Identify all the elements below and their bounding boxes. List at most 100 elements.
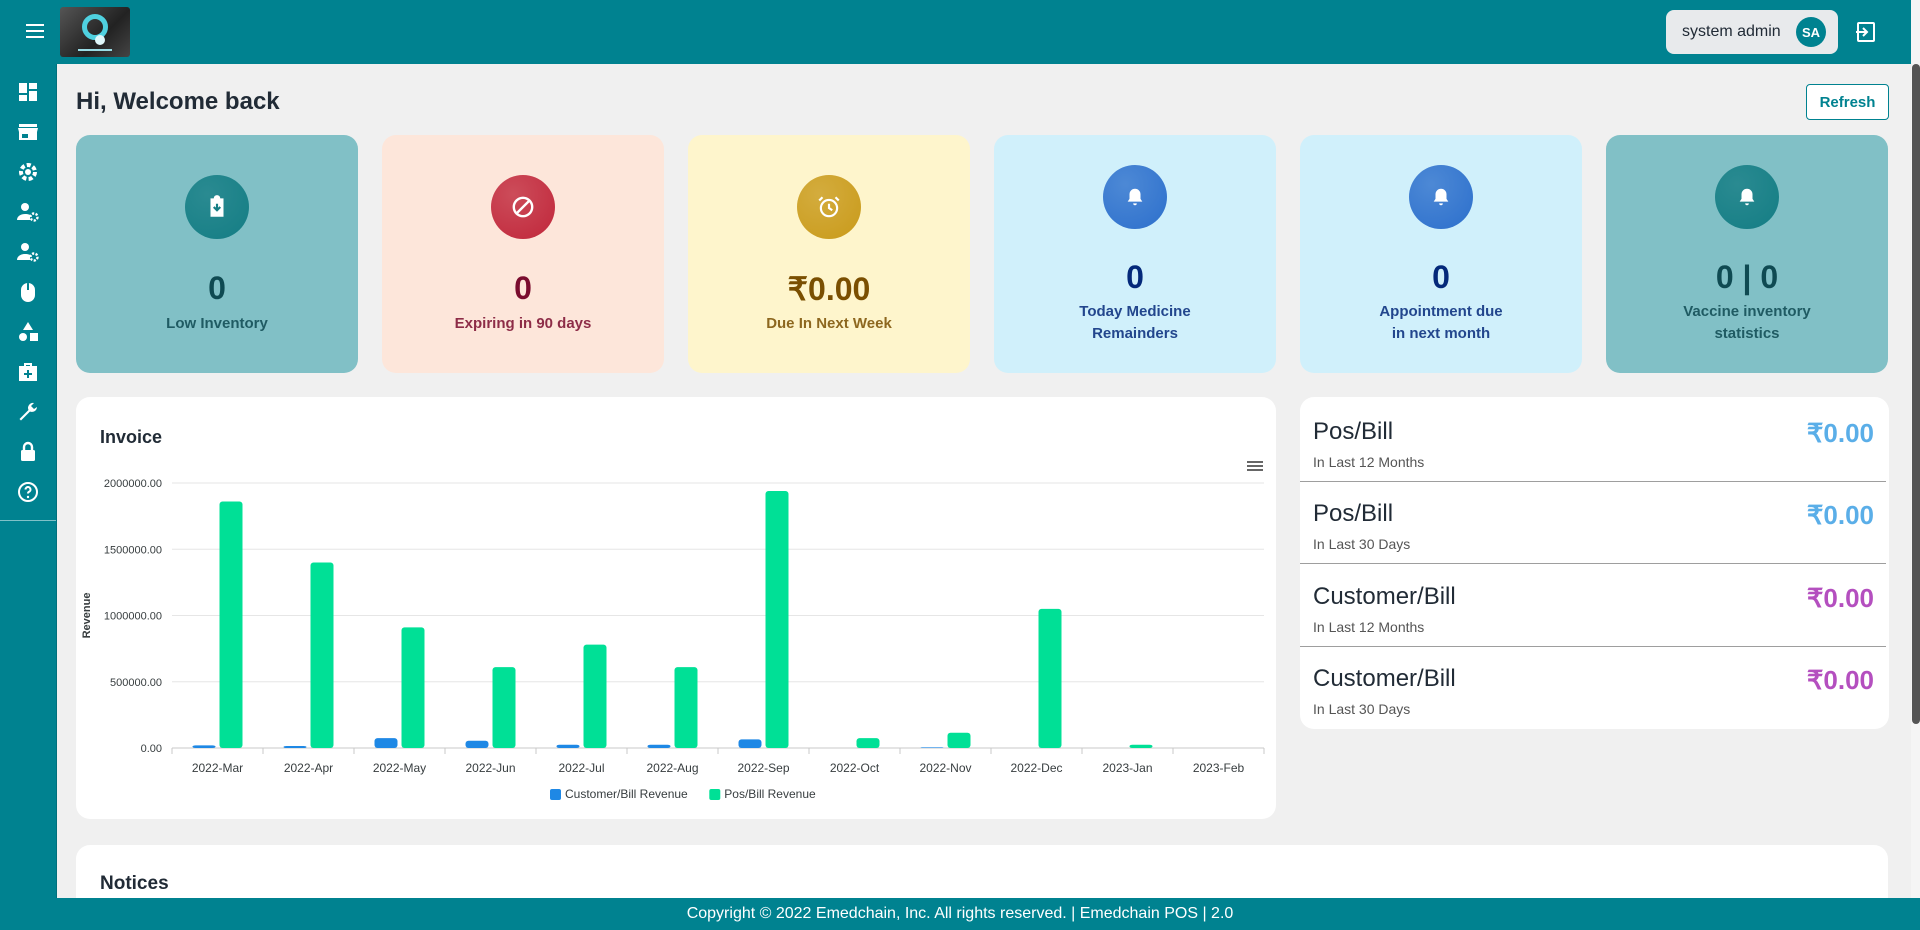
appointment-due-card[interactable]: 0 Appointment due in next month: [1300, 135, 1582, 373]
legend-marker: [550, 789, 561, 800]
bar-pos-bill: [219, 501, 243, 748]
bar-pos-bill: [492, 667, 516, 748]
stat-subtitle: In Last 12 Months: [1313, 619, 1425, 635]
alarm-clock-icon: [797, 175, 861, 239]
x-tick-label: 2022-Sep: [737, 761, 789, 775]
clipboard-download-icon: [185, 175, 249, 239]
bar-customer-bill: [374, 738, 398, 748]
card-label: Due In Next Week: [766, 315, 892, 332]
stat-value: ₹0.00: [1806, 583, 1874, 613]
stat-subtitle: In Last 12 Months: [1313, 454, 1425, 470]
bar-pos-bill: [765, 490, 789, 748]
bar-customer-bill: [738, 739, 762, 748]
notices-panel: Notices: [76, 845, 1888, 905]
y-axis-label: Revenue: [81, 593, 93, 639]
stat-row: Pos/Bill In Last 30 Days ₹0.00: [1300, 482, 1886, 564]
stat-title: Pos/Bill: [1313, 500, 1394, 527]
y-tick-label: 2000000.00: [104, 478, 162, 490]
card-value: ₹0.00: [787, 271, 871, 307]
legend-marker: [709, 789, 721, 800]
help-icon[interactable]: [16, 480, 40, 504]
y-tick-label: 500000.00: [110, 677, 162, 689]
user-settings-icon[interactable]: [16, 240, 40, 264]
x-tick-label: 2022-Aug: [646, 761, 698, 775]
bar-pos-bill: [1038, 608, 1062, 748]
stat-title: Pos/Bill: [1313, 418, 1394, 445]
card-label: Expiring in 90 days: [454, 315, 592, 332]
bar-customer-bill: [465, 740, 489, 748]
sidebar-divider: [0, 520, 56, 521]
stat-title: Customer/Bill: [1313, 583, 1456, 610]
vaccine-inventory-card[interactable]: 0 | 0 Vaccine inventory statistics: [1606, 135, 1888, 373]
stat-row: Pos/Bill In Last 12 Months ₹0.00: [1300, 400, 1886, 482]
card-value: 0 | 0: [1715, 259, 1779, 295]
bar-customer-bill: [920, 747, 944, 748]
gear-icon[interactable]: [16, 160, 40, 184]
wrench-icon[interactable]: [16, 400, 40, 424]
y-tick-label: 0.00: [141, 743, 162, 755]
card-value: 0: [514, 270, 532, 306]
medicine-remainders-card[interactable]: 0 Today Medicine Remainders: [994, 135, 1276, 373]
app-logo[interactable]: [60, 7, 130, 57]
legend-label: Pos/Bill Revenue: [724, 787, 816, 801]
notices-title: Notices: [100, 873, 169, 894]
bar-customer-bill: [647, 744, 671, 748]
x-tick-label: 2022-Dec: [1010, 761, 1062, 775]
stat-value: ₹0.00: [1806, 665, 1874, 695]
dashboard-icon[interactable]: [16, 80, 40, 104]
block-icon: [491, 175, 555, 239]
store-icon[interactable]: [16, 120, 40, 144]
bar-customer-bill: [283, 746, 307, 748]
card-label: Today Medicine Remainders: [1079, 303, 1191, 342]
bar-pos-bill: [583, 644, 607, 748]
card-value: 0: [208, 270, 226, 306]
x-tick-label: 2022-Jun: [465, 761, 515, 775]
stat-row: Customer/Bill In Last 12 Months ₹0.00: [1300, 565, 1886, 647]
top-bar: system admin SA: [0, 0, 1920, 64]
scrollbar-thumb[interactable]: [1912, 64, 1920, 724]
card-label: Appointment due in next month: [1379, 303, 1503, 342]
footer: Copyright © 2022 Emedchain, Inc. All rig…: [0, 898, 1920, 930]
card-value: 0: [1432, 259, 1450, 295]
bell-icon: [1715, 165, 1779, 229]
x-tick-label: 2023-Feb: [1193, 761, 1245, 775]
expiring-card[interactable]: 0 Expiring in 90 days: [382, 135, 664, 373]
user-name: system admin: [1682, 23, 1781, 40]
invoice-chart: 0.00 500000.00 1000000.00 1500000.00 2000000…: [81, 478, 1265, 801]
stat-subtitle: In Last 30 Days: [1313, 536, 1411, 552]
logout-icon[interactable]: [1854, 20, 1878, 44]
x-tick-label: 2022-May: [373, 761, 426, 775]
x-tick-label: 2022-Apr: [284, 761, 333, 775]
y-tick-label: 1500000.00: [104, 544, 162, 556]
bar-pos-bill: [856, 738, 880, 748]
card-value: 0: [1126, 259, 1144, 295]
hamburger-menu-icon[interactable]: [22, 20, 48, 44]
sidebar: [0, 64, 57, 898]
page-title: Hi, Welcome back: [76, 88, 280, 115]
shapes-icon[interactable]: [16, 320, 40, 344]
stat-value: ₹0.00: [1806, 418, 1874, 448]
mouse-icon[interactable]: [16, 280, 40, 304]
medical-bag-icon[interactable]: [16, 360, 40, 384]
bar-pos-bill: [310, 562, 334, 748]
stat-row: Customer/Bill In Last 30 Days ₹0.00: [1300, 647, 1886, 729]
x-tick-label: 2022-Nov: [919, 761, 971, 775]
bar-customer-bill: [192, 745, 216, 748]
stat-subtitle: In Last 30 Days: [1313, 701, 1411, 717]
avatar: SA: [1796, 17, 1826, 47]
x-tick-label: 2022-Mar: [192, 761, 243, 775]
refresh-button[interactable]: Refresh: [1806, 84, 1889, 120]
lock-icon[interactable]: [16, 440, 40, 464]
bar-customer-bill: [556, 744, 580, 748]
user-settings-icon[interactable]: [16, 200, 40, 224]
bell-icon: [1409, 165, 1473, 229]
due-next-week-card[interactable]: ₹0.00 Due In Next Week: [688, 135, 970, 373]
bar-pos-bill: [947, 732, 971, 748]
bar-pos-bill: [1129, 744, 1153, 748]
x-tick-label: 2022-Jul: [558, 761, 604, 775]
stat-title: Customer/Bill: [1313, 665, 1456, 692]
stat-value: ₹0.00: [1806, 500, 1874, 530]
card-label: Low Inventory: [166, 315, 268, 332]
user-menu-button[interactable]: system admin SA: [1666, 10, 1838, 54]
low-inventory-card[interactable]: 0 Low Inventory: [76, 135, 358, 373]
